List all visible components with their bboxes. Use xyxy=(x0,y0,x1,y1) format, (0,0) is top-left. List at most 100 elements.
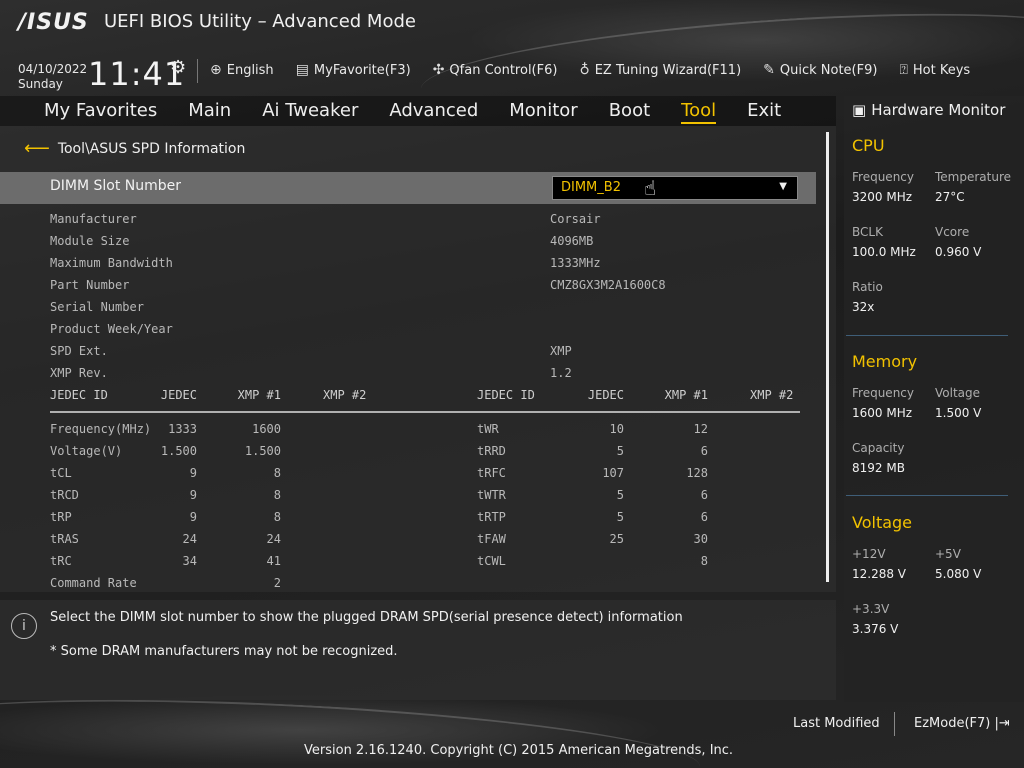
info-value-manufacturer: Corsair xyxy=(550,212,601,226)
timing-xmp1: 24 xyxy=(266,532,281,546)
tab-ai-tweaker[interactable]: Ai Tweaker xyxy=(262,100,358,124)
timing-xmp1: 1600 xyxy=(252,422,281,436)
tab-monitor[interactable]: Monitor xyxy=(509,100,577,124)
question-icon: ⍰ xyxy=(899,62,908,78)
memory-voltage-label: Voltage xyxy=(935,386,981,400)
timing-xmp1: 8 xyxy=(273,510,281,524)
app-title: UEFI BIOS Utility – Advanced Mode xyxy=(104,11,416,32)
ez-tuning-label: EZ Tuning Wizard(F11) xyxy=(594,62,742,78)
info-value-module-size: 4096MB xyxy=(550,234,594,248)
hot-keys-label: Hot Keys xyxy=(912,62,971,78)
ezmode-button[interactable]: EzMode(F7) |⇥ xyxy=(914,716,1010,731)
hot-keys-button[interactable]: ⍰ Hot Keys xyxy=(899,62,970,78)
qfan-label: Qfan Control(F6) xyxy=(449,62,558,78)
tab-tool[interactable]: Tool xyxy=(681,100,717,124)
cpu-frequency-value: 3200 MHz xyxy=(852,190,913,204)
memory-capacity-value: 8192 MB xyxy=(852,461,905,475)
quick-note-button[interactable]: ✎ Quick Note(F9) xyxy=(763,62,877,78)
info-key-module-size: Module Size xyxy=(50,234,130,248)
voltage-5v-value: 5.080 V xyxy=(935,567,982,581)
table-header-xmp1: XMP #1 xyxy=(664,388,708,402)
tab-advanced[interactable]: Advanced xyxy=(389,100,478,124)
timing-xmp1: 2 xyxy=(273,576,281,590)
dimm-slot-value: DIMM_B2 xyxy=(561,180,621,195)
memory-section-title: Memory xyxy=(852,352,918,371)
back-arrow-icon[interactable]: ⟵ xyxy=(24,138,50,159)
timing-jedec: 5 xyxy=(616,510,624,524)
cpu-vcore-value: 0.960 V xyxy=(935,245,982,259)
gear-icon[interactable]: ⚙ xyxy=(170,57,186,78)
timing-jedec: 25 xyxy=(609,532,624,546)
chevron-down-icon: ▼ xyxy=(779,181,787,192)
info-key-part-number: Part Number xyxy=(50,278,130,292)
cpu-vcore-label: Vcore xyxy=(935,225,970,239)
divider xyxy=(894,712,895,736)
table-header-xmp1: XMP #1 xyxy=(237,388,281,402)
cpu-temperature-value: 27°C xyxy=(935,190,965,204)
globe-icon: ⊕ xyxy=(210,62,222,78)
cpu-section-title: CPU xyxy=(852,136,885,155)
voltage-12v-label: +12V xyxy=(852,547,886,561)
main-menu: My Favorites Main Ai Tweaker Advanced Mo… xyxy=(44,100,812,124)
info-key-serial-number: Serial Number xyxy=(50,300,144,314)
dimm-slot-select[interactable]: DIMM_B2 ▼ xyxy=(552,176,798,200)
last-modified-button[interactable]: Last Modified xyxy=(793,716,880,731)
breadcrumb[interactable]: ⟵ Tool\ASUS SPD Information xyxy=(24,138,245,159)
timing-jedec: 1333 xyxy=(168,422,197,436)
language-label: English xyxy=(226,62,274,78)
timing-jedec: 5 xyxy=(616,488,624,502)
language-button[interactable]: ⊕ English xyxy=(210,62,274,78)
timing-xmp1: 41 xyxy=(266,554,281,568)
info-value-max-bandwidth: 1333MHz xyxy=(550,256,601,270)
memory-capacity-label: Capacity xyxy=(852,441,905,455)
note-icon: ✎ xyxy=(763,62,775,78)
timing-jedec: 9 xyxy=(189,510,197,524)
timing-xmp1: 8 xyxy=(273,466,281,480)
myfavorite-label: MyFavorite(F3) xyxy=(313,62,411,78)
timing-jedec: 34 xyxy=(182,554,197,568)
info-value-spd-ext: XMP xyxy=(550,344,572,358)
quick-note-label: Quick Note(F9) xyxy=(779,62,878,78)
cpu-temperature-label: Temperature xyxy=(935,170,1012,184)
help-text: Select the DIMM slot number to show the … xyxy=(50,610,683,625)
section-divider xyxy=(846,335,1008,336)
dimm-slot-label: DIMM Slot Number xyxy=(50,178,182,194)
hardware-monitor-title: ▣ Hardware Monitor xyxy=(852,101,1005,119)
table-header-jedec: JEDEC xyxy=(160,388,197,402)
timing-xmp1: 6 xyxy=(700,488,708,502)
tab-main[interactable]: Main xyxy=(188,100,231,124)
timing-jedec: 1.500 xyxy=(160,444,197,458)
favorite-icon: ▤ xyxy=(295,62,309,78)
cpu-frequency-label: Frequency xyxy=(852,170,914,184)
voltage-5v-label: +5V xyxy=(935,547,961,561)
voltage-3v3-label: +3.3V xyxy=(852,602,890,616)
info-key-xmp-rev: XMP Rev. xyxy=(50,366,108,380)
timing-xmp1: 1.500 xyxy=(244,444,281,458)
tab-boot[interactable]: Boot xyxy=(609,100,650,124)
cpu-bclk-label: BCLK xyxy=(852,225,883,239)
memory-frequency-label: Frequency xyxy=(852,386,914,400)
info-key-spd-ext: SPD Ext. xyxy=(50,344,108,358)
tab-exit[interactable]: Exit xyxy=(747,100,781,124)
myfavorite-button[interactable]: ▤ MyFavorite(F3) xyxy=(296,62,411,78)
table-header-xmp2: XMP #2 xyxy=(323,388,367,402)
table-divider xyxy=(50,411,800,413)
timing-name: Command Rate xyxy=(50,576,137,590)
qfan-control-button[interactable]: ✣ Qfan Control(F6) xyxy=(433,62,558,78)
timing-xmp1: 8 xyxy=(273,488,281,502)
info-value-xmp-rev: 1.2 xyxy=(550,366,572,380)
timing-jedec: 5 xyxy=(616,444,624,458)
help-note: * Some DRAM manufacturers may not be rec… xyxy=(50,644,398,659)
ez-tuning-wizard-button[interactable]: ♁ EZ Tuning Wizard(F11) xyxy=(579,62,741,78)
scrollbar[interactable] xyxy=(826,132,829,582)
tab-my-favorites[interactable]: My Favorites xyxy=(44,100,157,124)
timing-xmp1: 8 xyxy=(700,554,708,568)
hand-cursor-icon: ☝ xyxy=(644,176,657,200)
breadcrumb-label: Tool\ASUS SPD Information xyxy=(57,140,246,157)
info-key-max-bandwidth: Maximum Bandwidth xyxy=(50,256,173,270)
timing-xmp1: 6 xyxy=(700,510,708,524)
timing-jedec: 24 xyxy=(182,532,197,546)
fan-icon: ✣ xyxy=(432,62,445,78)
cpu-ratio-label: Ratio xyxy=(852,280,883,294)
asus-logo: /ISUS xyxy=(18,10,89,35)
